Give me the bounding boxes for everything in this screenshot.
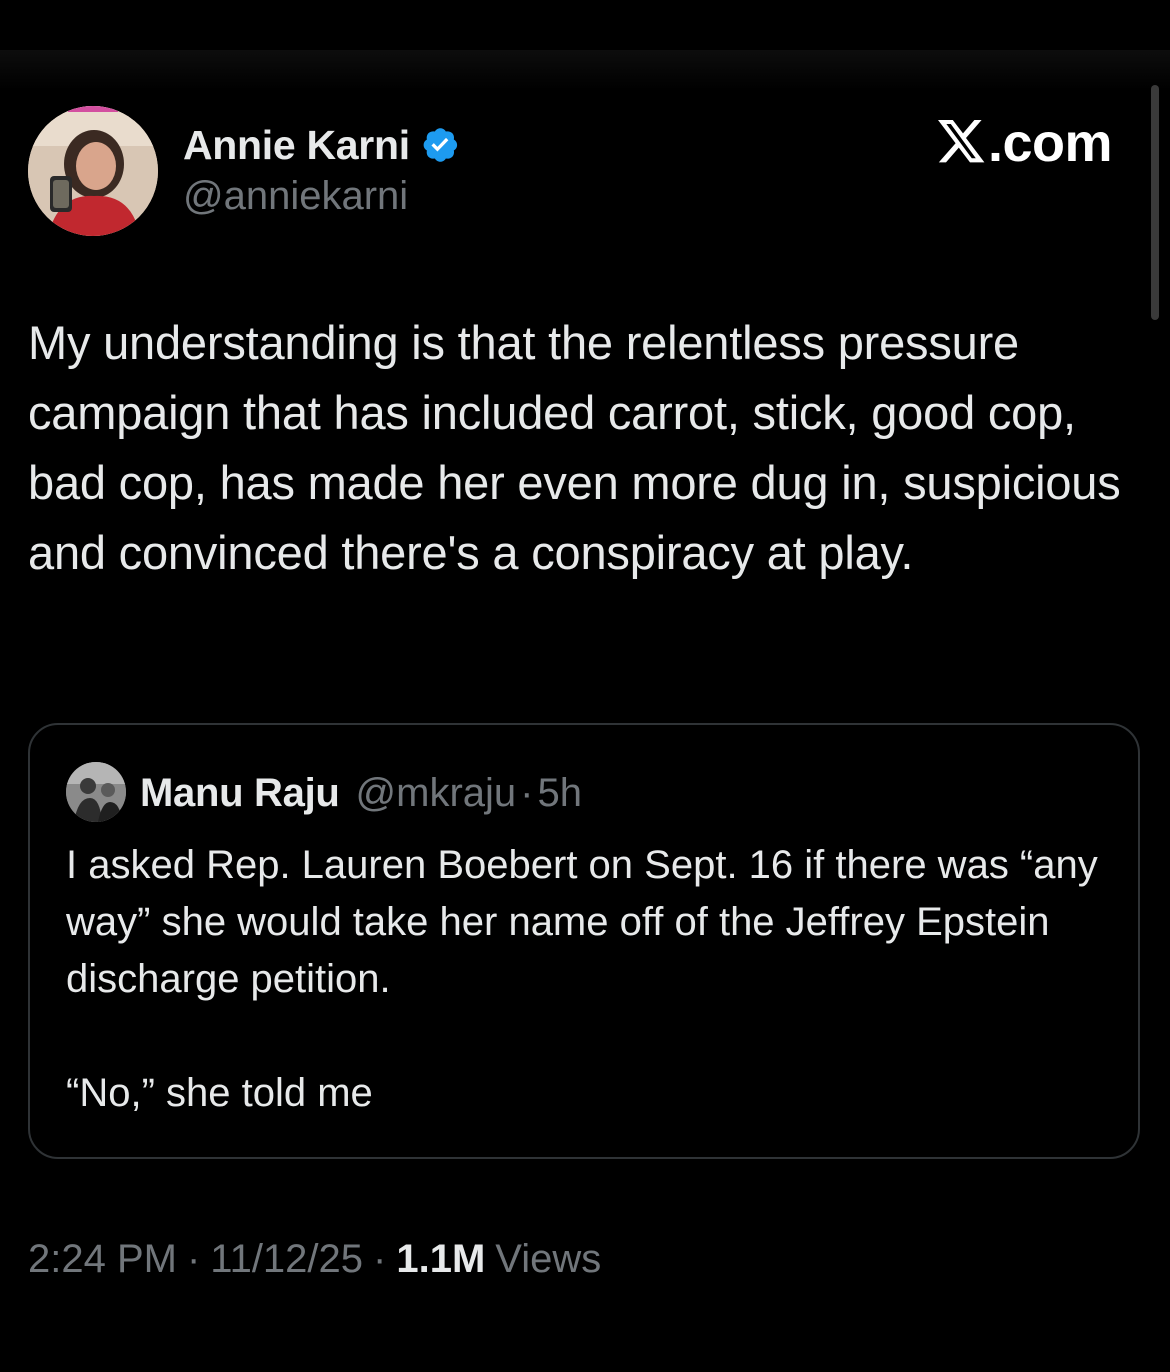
- profile-photo: [28, 106, 158, 236]
- brand-watermark: .com: [937, 112, 1113, 174]
- views-count[interactable]: 1.1M: [396, 1237, 485, 1282]
- author-display-name[interactable]: Annie Karni: [183, 122, 410, 169]
- quoted-author-handle[interactable]: @mkraju: [356, 771, 517, 816]
- quoted-author-avatar[interactable]: [66, 762, 126, 822]
- top-band: [0, 50, 1170, 90]
- quoted-profile-photo: [66, 762, 126, 822]
- brand-text: .com: [987, 113, 1113, 173]
- author-handle[interactable]: @anniekarni: [183, 174, 408, 219]
- status-bar-area: [0, 0, 1170, 50]
- author-name-row: Annie Karni: [183, 120, 460, 170]
- tweet-meta: 2:24 PM · 11/12/25 · 1.1M Views: [28, 1234, 601, 1284]
- meta-separator: ·: [186, 1236, 201, 1281]
- quoted-tweet-card[interactable]: Manu Raju @mkraju · 5h I asked Rep. Laur…: [28, 723, 1140, 1159]
- tweet-time[interactable]: 2:24 PM: [28, 1237, 177, 1282]
- quoted-timestamp[interactable]: 5h: [537, 771, 582, 816]
- x-logo-icon: [937, 120, 986, 166]
- author-avatar[interactable]: [28, 106, 158, 236]
- quoted-author-name[interactable]: Manu Raju: [140, 771, 340, 816]
- meta-separator: ·: [373, 1236, 387, 1281]
- views-label: Views: [495, 1236, 602, 1281]
- tweet-date[interactable]: 11/12/25: [210, 1237, 363, 1282]
- quoted-tweet-text: I asked Rep. Lauren Boebert on Sept. 16 …: [66, 843, 1098, 1115]
- scrollbar[interactable]: [1151, 85, 1159, 320]
- quoted-separator: ·: [520, 770, 534, 815]
- quoted-tweet-header: Manu Raju @mkraju · 5h: [140, 769, 582, 817]
- verified-badge-icon[interactable]: [420, 125, 460, 165]
- tweet-text: My understanding is that the relentless …: [28, 316, 1121, 579]
